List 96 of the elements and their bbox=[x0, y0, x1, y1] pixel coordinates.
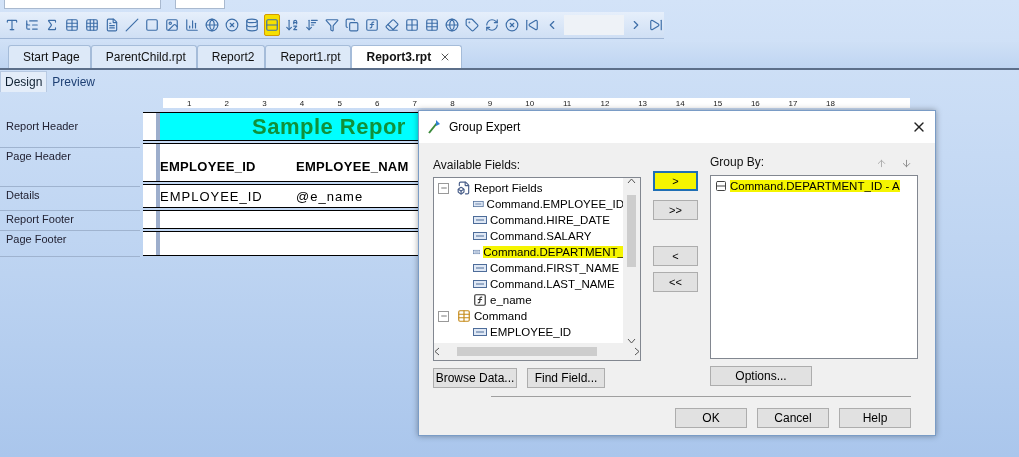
field-icon bbox=[473, 216, 487, 224]
view-tab[interactable]: Design bbox=[0, 71, 48, 92]
grid-icon bbox=[405, 18, 419, 32]
sort-icon bbox=[285, 18, 299, 32]
dialog-title: Group Expert bbox=[449, 120, 522, 134]
move-button[interactable]: >> bbox=[653, 200, 698, 220]
scroll-up-icon[interactable] bbox=[627, 178, 636, 184]
document-icon bbox=[105, 18, 119, 32]
document-tab[interactable]: ParentChild.rpt bbox=[90, 45, 197, 68]
scroll-left-icon[interactable] bbox=[434, 347, 440, 356]
size-combo-field[interactable] bbox=[175, 0, 225, 9]
column-heading[interactable]: EMPLOYEE_ID bbox=[160, 151, 296, 174]
toolbar-button[interactable] bbox=[264, 14, 280, 36]
sigma-icon bbox=[45, 18, 59, 32]
globe-icon bbox=[205, 18, 219, 32]
filter-icon bbox=[325, 18, 339, 32]
text-icon bbox=[5, 18, 19, 32]
picture-icon bbox=[165, 18, 179, 32]
group-item[interactable]: Command.DEPARTMENT_ID - A bbox=[730, 180, 900, 192]
move-button[interactable]: < bbox=[653, 246, 698, 266]
field-icon bbox=[473, 232, 487, 240]
group-icon bbox=[715, 180, 727, 192]
section-label[interactable]: Report Footer bbox=[0, 211, 140, 231]
section-label[interactable]: Page Footer bbox=[0, 231, 140, 257]
fields-tree[interactable]: Report Fields Command.EMPLOYEE_ID Command.HIRE_DATE Command.SALARY Command.DEPARTMENT_ Command.FIRST_NAME Command.LAST_NAME e_name Command EMPLOYEE_ID bbox=[433, 177, 641, 361]
database-icon bbox=[245, 18, 259, 32]
tree-item[interactable]: Command.HIRE_DATE bbox=[490, 214, 610, 226]
table-icon bbox=[65, 18, 79, 32]
view-tab[interactable]: Preview bbox=[47, 71, 101, 92]
scroll-right-icon[interactable] bbox=[634, 347, 640, 356]
first-page-icon bbox=[525, 18, 539, 32]
square-icon bbox=[145, 18, 159, 32]
move-down-icon[interactable] bbox=[901, 157, 912, 169]
x-circle-icon bbox=[505, 18, 519, 32]
document-tab[interactable]: Report3.rpt bbox=[351, 45, 463, 68]
field-icon bbox=[473, 328, 487, 336]
tree-item[interactable]: Command.FIRST_NAME bbox=[490, 262, 620, 274]
table-icon bbox=[457, 309, 471, 323]
tree-item[interactable]: Command.SALARY bbox=[490, 230, 592, 242]
scrollbar[interactable] bbox=[434, 343, 640, 360]
document-tab[interactable]: Report1.rpt bbox=[265, 45, 352, 68]
copy-icon bbox=[345, 18, 359, 32]
field-icon bbox=[473, 264, 487, 272]
table-icon bbox=[425, 18, 439, 32]
move-button[interactable]: > bbox=[653, 171, 698, 191]
dialog-button[interactable]: Help bbox=[839, 408, 911, 428]
move-button[interactable]: << bbox=[653, 272, 698, 292]
field-icon bbox=[473, 248, 481, 256]
dialog-button[interactable]: Find Field... bbox=[527, 368, 605, 388]
tree-item[interactable]: Command.LAST_NAME bbox=[490, 278, 615, 290]
tree-item[interactable]: Report Fields bbox=[474, 182, 543, 194]
list-icon bbox=[25, 18, 39, 32]
scroll-thumb[interactable] bbox=[457, 347, 597, 356]
x-circle-icon bbox=[225, 18, 239, 32]
wand-icon bbox=[427, 119, 441, 135]
ruler: 1 2 3 4 5 6 7 8 9 10 11 12 13 14 15 16 17 18 bbox=[163, 98, 910, 108]
available-fields-label: Available Fields: bbox=[433, 158, 521, 172]
bar-chart-icon bbox=[185, 18, 199, 32]
tree-item[interactable]: Command bbox=[474, 310, 528, 322]
last-page-icon bbox=[649, 18, 663, 32]
group-by-label: Group By: bbox=[710, 155, 766, 171]
section-label[interactable]: Report Header bbox=[0, 118, 140, 148]
globe-icon bbox=[445, 18, 459, 32]
document-tab[interactable]: Start Page bbox=[8, 45, 91, 68]
expander-icon[interactable] bbox=[438, 182, 449, 194]
field-icon bbox=[473, 200, 484, 208]
dialog-button[interactable]: Browse Data... bbox=[433, 368, 517, 388]
tree-item[interactable]: Command.EMPLOYEE_ID bbox=[486, 198, 624, 210]
field-icon bbox=[473, 280, 487, 288]
report-icon bbox=[457, 181, 471, 195]
function-icon bbox=[473, 293, 487, 307]
dialog-button[interactable]: Cancel bbox=[757, 408, 829, 428]
dialog-button[interactable]: OK bbox=[675, 408, 747, 428]
sort-icon bbox=[305, 18, 319, 32]
section-label[interactable]: Page Header bbox=[0, 148, 140, 187]
page-number-field[interactable] bbox=[564, 15, 624, 35]
eraser-icon bbox=[385, 18, 399, 32]
scrollbar[interactable] bbox=[623, 178, 640, 344]
section-label[interactable]: Details bbox=[0, 187, 140, 211]
data-field[interactable]: EMPLOYEE_ID bbox=[160, 188, 296, 204]
options-button[interactable]: Options... bbox=[710, 366, 812, 386]
scroll-thumb[interactable] bbox=[627, 195, 636, 267]
refresh-icon bbox=[485, 18, 499, 32]
document-tab[interactable]: Report2 bbox=[196, 45, 266, 68]
scroll-down-icon[interactable] bbox=[627, 338, 636, 344]
tag-icon bbox=[465, 18, 479, 32]
group-by-list[interactable]: Command.DEPARTMENT_ID - A bbox=[710, 175, 918, 359]
tree-item[interactable]: e_name bbox=[490, 294, 532, 306]
function-icon bbox=[365, 18, 379, 32]
tree-item[interactable]: Command.DEPARTMENT_ bbox=[483, 246, 624, 258]
tree-item[interactable]: EMPLOYEE_ID bbox=[490, 326, 572, 338]
line-icon bbox=[125, 18, 139, 32]
rows-icon bbox=[265, 18, 279, 32]
font-combo-field[interactable] bbox=[4, 0, 161, 9]
expander-icon[interactable] bbox=[438, 310, 449, 322]
grid-icon bbox=[85, 18, 99, 32]
